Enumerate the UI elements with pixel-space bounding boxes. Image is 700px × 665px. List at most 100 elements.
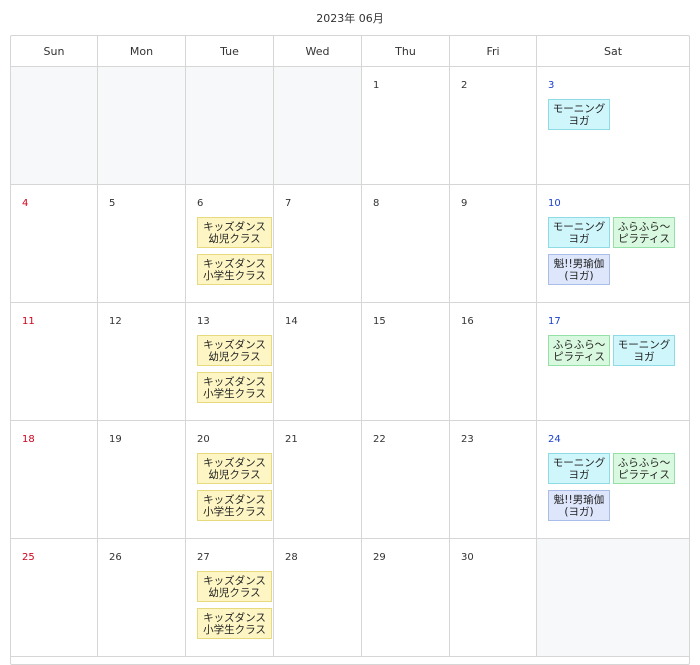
kids-dance-event[interactable]: キッズダンス 小学生クラス [197,372,272,403]
day-cell[interactable]: 12 [98,303,186,420]
day-number: 19 [109,434,122,445]
empty-day-cell [274,67,362,184]
weekday-tue: Tue [186,36,274,66]
weekday-fri: Fri [450,36,537,66]
day-cell[interactable]: 8 [362,185,450,302]
day-number: 11 [22,316,35,327]
kids-dance-event[interactable]: キッズダンス 幼児クラス [197,453,272,484]
morning-yoga-event[interactable]: モーニング ヨガ [613,335,675,366]
day-number: 21 [285,434,298,445]
day-cell[interactable]: 20 キッズダンス 幼児クラス キッズダンス 小学生クラス [186,421,274,538]
day-number: 18 [22,434,35,445]
day-number: 3 [548,80,555,91]
day-cell[interactable]: 11 [11,303,98,420]
day-number: 1 [373,80,380,91]
day-cell[interactable]: 29 [362,539,450,656]
day-cell[interactable]: 24 モーニング ヨガ ふらふら〜 ピラティス 魁!!男瑜伽 (ヨガ) [537,421,689,538]
day-cell[interactable]: 30 [450,539,537,656]
day-number: 15 [373,316,386,327]
day-cell[interactable]: 5 [98,185,186,302]
kids-dance-event[interactable]: キッズダンス 幼児クラス [197,335,272,366]
day-cell[interactable]: 28 [274,539,362,656]
day-cell[interactable]: 7 [274,185,362,302]
morning-yoga-event[interactable]: モーニング ヨガ [548,217,610,248]
empty-day-cell [537,539,689,656]
day-cell[interactable]: 21 [274,421,362,538]
day-number: 13 [197,316,210,327]
day-cell[interactable]: 13 キッズダンス 幼児クラス キッズダンス 小学生クラス [186,303,274,420]
day-cell[interactable]: 9 [450,185,537,302]
day-cell[interactable]: 23 [450,421,537,538]
day-cell[interactable]: 16 [450,303,537,420]
pilates-event[interactable]: ふらふら〜 ピラティス [613,217,675,248]
day-cell[interactable]: 25 [11,539,98,656]
day-number: 25 [22,552,35,563]
day-cell[interactable]: 3 モーニング ヨガ [537,67,689,184]
weekday-header: Sun Mon Tue Wed Thu Fri Sat [11,36,689,67]
pilates-event[interactable]: ふらふら〜 ピラティス [613,453,675,484]
day-cell[interactable]: 15 [362,303,450,420]
day-cell[interactable]: 17 ふらふら〜 ピラティス モーニング ヨガ [537,303,689,420]
empty-day-cell [98,67,186,184]
pilates-event[interactable]: ふらふら〜 ピラティス [548,335,610,366]
day-cell[interactable]: 10 モーニング ヨガ ふらふら〜 ピラティス 魁!!男瑜伽 (ヨガ) [537,185,689,302]
day-number: 4 [22,198,29,209]
kids-dance-event[interactable]: キッズダンス 幼児クラス [197,571,272,602]
day-cell[interactable]: 4 [11,185,98,302]
weekday-sun: Sun [11,36,98,66]
weeks-container: 1 2 3 モーニング ヨガ 4 5 6 キッズダンス 幼児クラス キッズダンス 小学生クラス 7… [11,67,689,657]
day-number: 24 [548,434,561,445]
kids-dance-event[interactable]: キッズダンス 幼児クラス [197,217,272,248]
week-row: 18 19 20 キッズダンス 幼児クラス キッズダンス 小学生クラス 21 22 23 24 モ… [11,421,689,539]
day-number: 23 [461,434,474,445]
day-number: 17 [548,316,561,327]
empty-day-cell [186,67,274,184]
morning-yoga-event[interactable]: モーニング ヨガ [548,453,610,484]
day-number: 2 [461,80,468,91]
event-list: ふらふら〜 ピラティス モーニング ヨガ [548,335,688,366]
weekday-thu: Thu [362,36,450,66]
mens-yoga-event[interactable]: 魁!!男瑜伽 (ヨガ) [548,490,610,521]
day-number: 14 [285,316,298,327]
day-number: 9 [461,198,468,209]
day-number: 22 [373,434,386,445]
day-cell[interactable]: 19 [98,421,186,538]
day-cell[interactable]: 27 キッズダンス 幼児クラス キッズダンス 小学生クラス [186,539,274,656]
day-number: 7 [285,198,292,209]
day-number: 16 [461,316,474,327]
event-list: モーニング ヨガ ふらふら〜 ピラティス 魁!!男瑜伽 (ヨガ) [548,453,688,521]
day-cell[interactable]: 6 キッズダンス 幼児クラス キッズダンス 小学生クラス [186,185,274,302]
day-number: 28 [285,552,298,563]
day-cell[interactable]: 26 [98,539,186,656]
month-title: 2023年 06月 [316,12,384,25]
weekday-sat: Sat [603,44,623,58]
week-row: 4 5 6 キッズダンス 幼児クラス キッズダンス 小学生クラス 7 8 9 10 モーニング ヨ… [11,185,689,303]
week-row: 25 26 27 キッズダンス 幼児クラス キッズダンス 小学生クラス 28 29 30 [11,539,689,657]
weekday-wed: Wed [274,36,362,66]
day-number: 26 [109,552,122,563]
kids-dance-event[interactable]: キッズダンス 小学生クラス [197,608,272,639]
day-number: 5 [109,198,116,209]
morning-yoga-event[interactable]: モーニング ヨガ [548,99,610,130]
day-number: 8 [373,198,380,209]
weekday-mon: Mon [98,36,186,66]
day-number: 29 [373,552,386,563]
day-cell[interactable]: 1 [362,67,450,184]
day-cell[interactable]: 22 [362,421,450,538]
day-cell[interactable]: 14 [274,303,362,420]
day-number: 6 [197,198,204,209]
week-row: 11 12 13 キッズダンス 幼児クラス キッズダンス 小学生クラス 14 15 16 17 ふ… [11,303,689,421]
mens-yoga-event[interactable]: 魁!!男瑜伽 (ヨガ) [548,254,610,285]
empty-day-cell [11,67,98,184]
day-number: 30 [461,552,474,563]
calendar-grid: Sun Mon Tue Wed Thu Fri Sat 1 2 3 モーニング ヨガ 4… [10,35,690,665]
day-number: 27 [197,552,210,563]
kids-dance-event[interactable]: キッズダンス 小学生クラス [197,254,272,285]
day-number: 20 [197,434,210,445]
kids-dance-event[interactable]: キッズダンス 小学生クラス [197,490,272,521]
day-cell[interactable]: 18 [11,421,98,538]
day-cell[interactable]: 2 [450,67,537,184]
day-number: 10 [548,198,561,209]
event-list: モーニング ヨガ ふらふら〜 ピラティス 魁!!男瑜伽 (ヨガ) [548,217,688,285]
day-number: 12 [109,316,122,327]
